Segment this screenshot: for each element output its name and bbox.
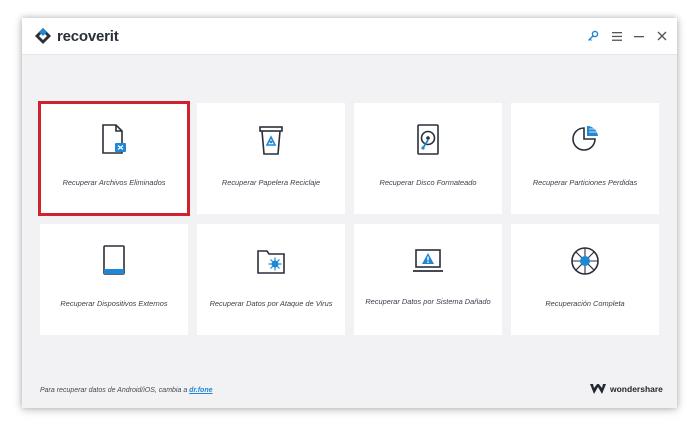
card-recover-deleted-files[interactable]: Recuperar Archivos Eliminados <box>38 101 190 216</box>
footer-note-text: Para recuperar datos de Android/iOS, cam… <box>40 387 188 394</box>
card-recover-virus-attack[interactable]: Recuperar Datos por Ataque de Virus <box>197 224 345 335</box>
wondershare-brand: wondershare <box>590 384 663 394</box>
card-recover-external-devices[interactable]: Recuperar Dispositivos Externos <box>40 224 188 335</box>
card-recover-formatted-disk[interactable]: Recuperar Disco Formateado <box>354 103 502 214</box>
partition-pie-icon <box>511 123 659 157</box>
card-label: Recuperar Disco Formateado <box>379 178 477 187</box>
menu-icon[interactable] <box>609 28 625 44</box>
card-label: Recuperar Datos por Ataque de Virus <box>209 299 333 308</box>
drfone-link[interactable]: dr.fone <box>189 387 212 394</box>
deleted-file-icon <box>40 123 188 157</box>
title-bar: recoverit <box>22 18 677 55</box>
card-label: Recuperar Papelera Reciclaje <box>221 178 321 187</box>
card-label: Recuperar Datos por Sistema Dañado <box>365 297 491 306</box>
footer-note: Para recuperar datos de Android/iOS, cam… <box>40 387 213 394</box>
complete-recovery-icon <box>511 244 659 278</box>
minimize-icon[interactable] <box>631 28 647 44</box>
external-device-icon <box>40 244 188 278</box>
card-label: Recuperar Archivos Eliminados <box>62 178 166 187</box>
app-window: recoverit Recuperar Archivos Eliminados … <box>22 18 677 408</box>
app-name: recoverit <box>57 27 119 45</box>
card-recover-lost-partitions[interactable]: Recuperar Particiones Perdidas <box>511 103 659 214</box>
close-icon[interactable] <box>654 28 670 44</box>
card-label: Recuperación Completa <box>545 299 625 308</box>
wondershare-logo-icon <box>590 384 606 394</box>
brand-name: wondershare <box>610 384 663 394</box>
card-complete-recovery[interactable]: Recuperación Completa <box>511 224 659 335</box>
recoverit-logo-icon <box>35 28 51 44</box>
hard-disk-icon <box>354 123 502 157</box>
crashed-laptop-icon <box>354 244 502 278</box>
card-label: Recuperar Dispositivos Externos <box>60 299 168 308</box>
card-recover-crashed-system[interactable]: Recuperar Datos por Sistema Dañado <box>354 224 502 335</box>
app-logo: recoverit <box>34 27 119 45</box>
recycle-bin-icon <box>197 123 345 157</box>
card-label: Recuperar Particiones Perdidas <box>532 178 638 187</box>
card-recover-recycle-bin[interactable]: Recuperar Papelera Reciclaje <box>197 103 345 214</box>
key-icon[interactable] <box>585 28 601 44</box>
virus-folder-icon <box>197 244 345 278</box>
